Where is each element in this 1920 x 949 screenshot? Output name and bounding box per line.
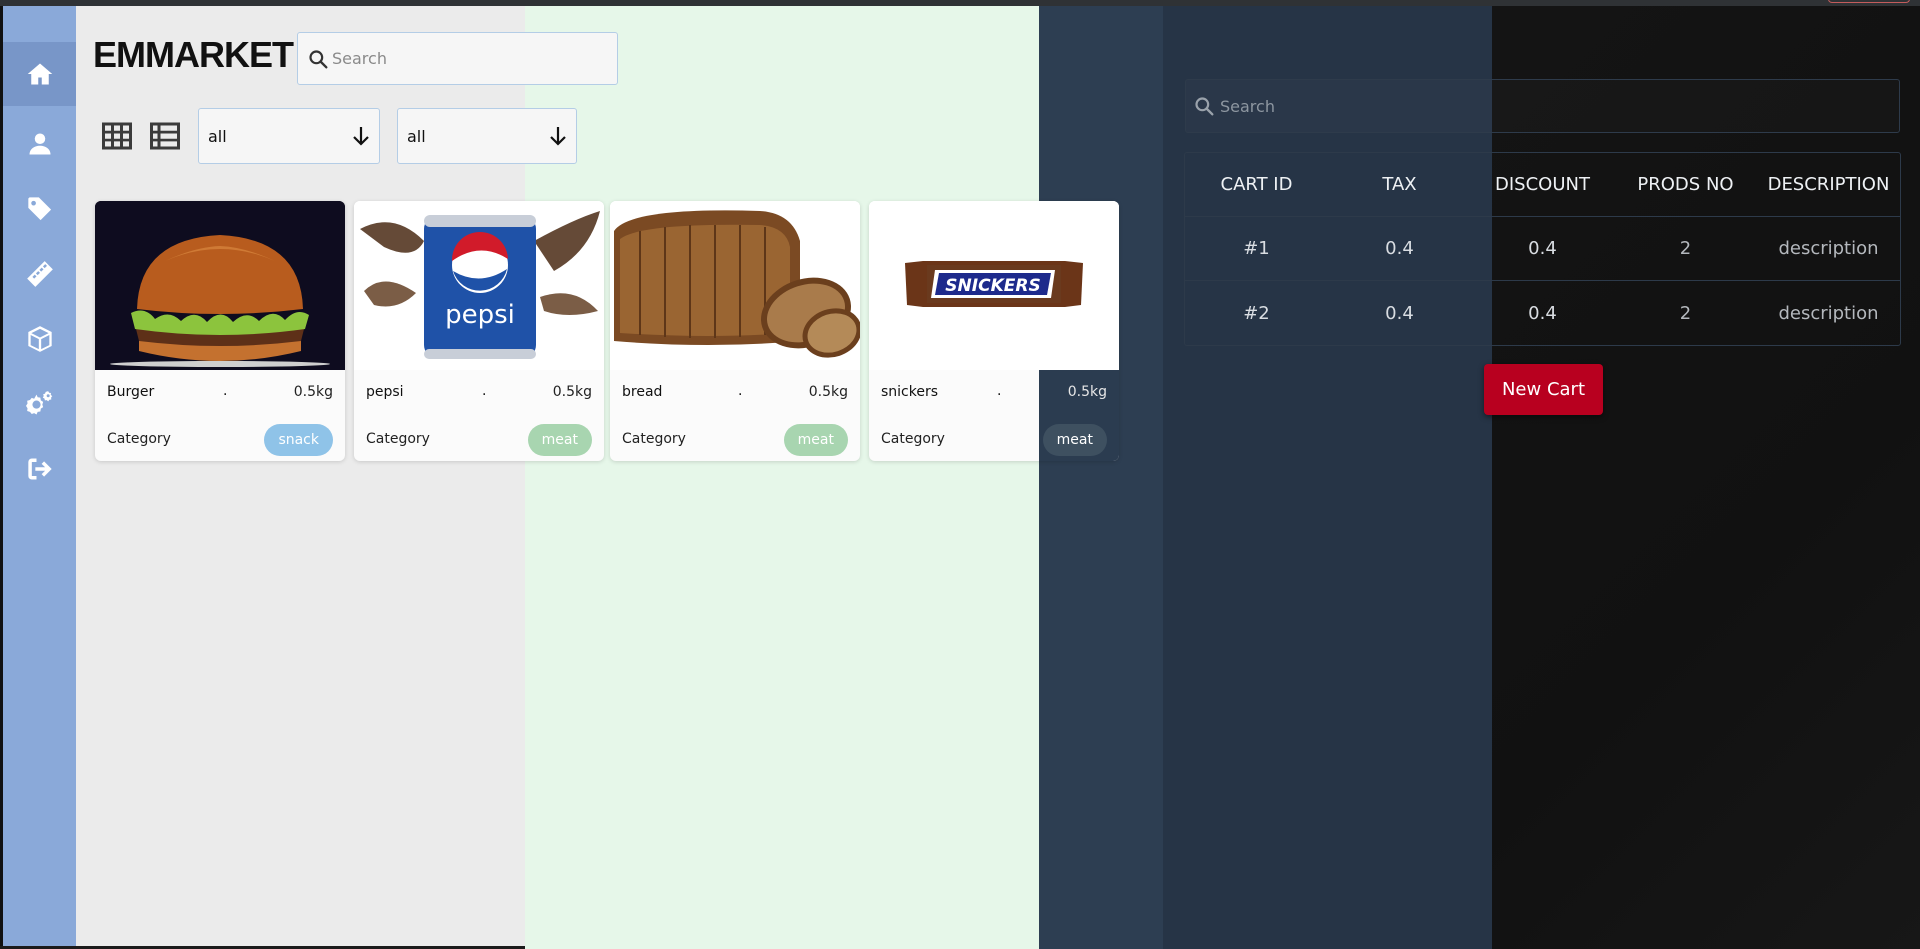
tax-cell: 0.4 xyxy=(1385,238,1414,259)
window-control[interactable] xyxy=(1828,0,1910,3)
type-filter-select[interactable]: all xyxy=(397,108,577,164)
type-filter-value: all xyxy=(407,126,426,146)
prods-no-cell: 2 xyxy=(1679,238,1692,259)
description-cell: description xyxy=(1778,238,1879,259)
product-weight: 0.5kg xyxy=(293,384,333,400)
category-tag[interactable]: meat xyxy=(1042,424,1107,456)
category-filter-value: all xyxy=(208,126,227,146)
grid-icon xyxy=(102,122,132,150)
category-tag[interactable]: meat xyxy=(783,424,848,456)
product-search xyxy=(297,32,618,85)
user-icon xyxy=(29,133,50,155)
logout-icon xyxy=(27,458,52,480)
category-label: Category xyxy=(107,431,171,447)
ruler-icon xyxy=(26,261,53,287)
product-card[interactable]: bread . 0.5kg Category meat xyxy=(610,201,860,461)
dark-overlay xyxy=(1492,6,1920,949)
sidebar-item-logout[interactable] xyxy=(3,437,76,501)
tag-icon xyxy=(27,197,51,221)
column-header-tax[interactable]: TAX xyxy=(1328,153,1471,216)
search-icon xyxy=(1195,97,1214,116)
grid-view-button[interactable] xyxy=(99,118,135,154)
sidebar-item-tags[interactable] xyxy=(3,177,76,241)
sidebar-item-home[interactable] xyxy=(3,42,76,106)
list-view-button[interactable] xyxy=(147,118,183,154)
column-header-prods-no[interactable]: PRODS NO xyxy=(1614,153,1757,216)
category-label: Category xyxy=(881,431,945,447)
search-input[interactable] xyxy=(298,33,617,84)
pepsi-image: pepsi xyxy=(354,201,604,370)
description-cell: description xyxy=(1778,302,1879,324)
product-name: snickers xyxy=(881,384,939,400)
discount-cell: 0.4 xyxy=(1528,238,1557,259)
box-icon xyxy=(27,326,52,352)
snickers-image: SNICKERS xyxy=(869,201,1119,370)
product-card[interactable]: SNICKERS snickers . 0.5kg Category meat xyxy=(869,201,1119,461)
product-weight: 0.5kg xyxy=(552,384,592,400)
category-tag[interactable]: snack xyxy=(264,424,333,456)
sidebar-item-measure[interactable] xyxy=(3,242,76,306)
burger-image xyxy=(95,201,345,370)
product-card[interactable]: pepsi pepsi . 0.5kg Category meat xyxy=(354,201,604,461)
product-separator: . xyxy=(738,383,743,399)
svg-text:pepsi: pepsi xyxy=(445,300,515,330)
product-name: Burger xyxy=(107,384,155,400)
cart-id-cell: #2 xyxy=(1243,302,1270,324)
bread-image xyxy=(610,201,860,370)
cart-search-input[interactable] xyxy=(1186,80,1899,132)
new-cart-button[interactable]: New Cart xyxy=(1484,364,1603,415)
cart-table: CART ID TAX DISCOUNT PRODS NO DESCRIPTIO… xyxy=(1184,152,1901,346)
sidebar-item-users[interactable] xyxy=(3,112,76,176)
gears-icon xyxy=(25,391,52,415)
product-separator: . xyxy=(223,383,228,399)
table-row[interactable]: #1 0.4 0.4 2 description xyxy=(1185,217,1900,281)
product-name: pepsi xyxy=(366,384,404,400)
sidebar xyxy=(3,6,76,946)
discount-cell: 0.4 xyxy=(1528,302,1557,324)
product-card[interactable]: Burger . 0.5kg Category snack xyxy=(95,201,345,461)
product-weight: 0.5kg xyxy=(1067,384,1107,400)
prods-no-cell: 2 xyxy=(1679,302,1692,324)
app-brand: EMMARKET xyxy=(93,34,294,75)
arrow-down-icon xyxy=(353,127,369,146)
svg-text:SNICKERS: SNICKERS xyxy=(945,276,1040,296)
category-label: Category xyxy=(366,431,430,447)
column-header-cart-id[interactable]: CART ID xyxy=(1185,153,1328,216)
column-header-description[interactable]: DESCRIPTION xyxy=(1757,153,1900,216)
table-row[interactable]: #2 0.4 0.4 2 description xyxy=(1185,281,1900,345)
category-label: Category xyxy=(622,431,686,447)
product-weight: 0.5kg xyxy=(808,384,848,400)
product-name: bread xyxy=(622,384,663,400)
product-separator: . xyxy=(997,383,1002,399)
sidebar-item-products[interactable] xyxy=(3,307,76,371)
search-icon xyxy=(309,50,328,69)
category-filter-select[interactable]: all xyxy=(198,108,380,164)
slate-overlay xyxy=(1039,6,1163,949)
arrow-down-icon xyxy=(550,127,566,146)
cart-id-cell: #1 xyxy=(1243,238,1270,259)
sidebar-item-settings[interactable] xyxy=(3,372,76,436)
cart-search xyxy=(1185,79,1900,133)
home-icon xyxy=(27,63,52,85)
navy-overlay xyxy=(1163,6,1492,949)
mint-overlay xyxy=(525,6,1039,949)
table-header-row: CART ID TAX DISCOUNT PRODS NO DESCRIPTIO… xyxy=(1185,153,1900,217)
tax-cell: 0.4 xyxy=(1385,302,1414,324)
column-header-discount[interactable]: DISCOUNT xyxy=(1471,153,1614,216)
category-tag[interactable]: meat xyxy=(527,424,592,456)
product-separator: . xyxy=(482,383,487,399)
list-icon xyxy=(150,122,180,150)
